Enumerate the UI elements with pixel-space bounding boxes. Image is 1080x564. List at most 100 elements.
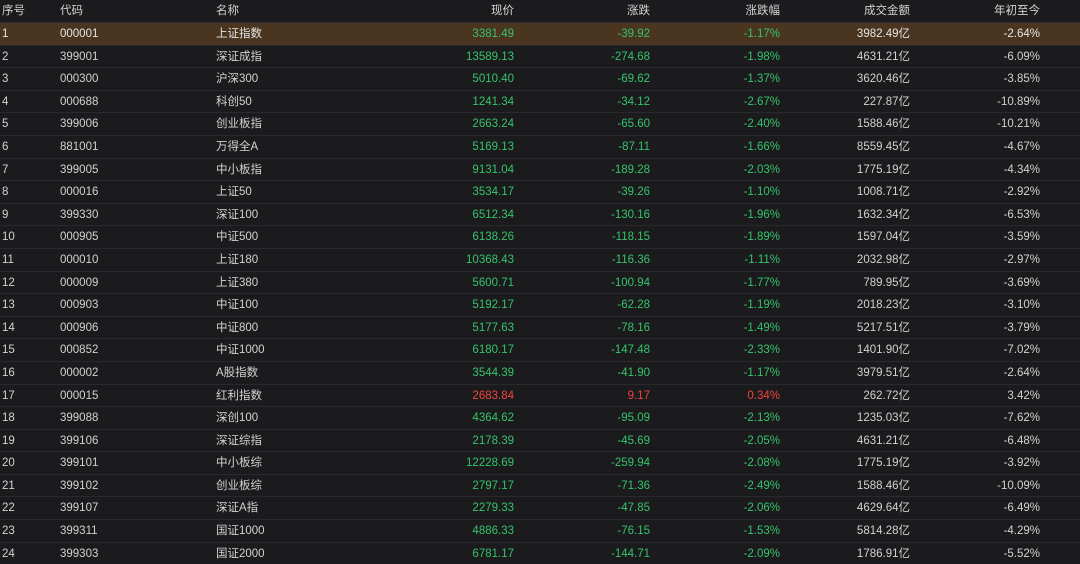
row-price: 2683.84 <box>472 389 514 402</box>
table-row[interactable]: 24 399303 国证2000 6781.17 -144.71 -2.09% 1786.9… <box>0 542 1080 564</box>
table-header: 序号 代码 名称 现价 涨跌 涨跌幅 成交金额 年初至今 <box>0 0 1080 23</box>
row-change-pct: 0.34% <box>747 389 780 402</box>
row-ytd: -6.48% <box>1003 434 1040 447</box>
row-ytd: -7.02% <box>1003 344 1040 357</box>
row-change: -69.62 <box>617 73 650 86</box>
column-header-ytd[interactable]: 年初至今 <box>910 0 1040 22</box>
row-ytd: -5.52% <box>1003 547 1040 560</box>
table-row[interactable]: 3 000300 沪深300 5010.40 -69.62 -1.37% 3620.46亿 -… <box>0 68 1080 91</box>
row-name: 沪深300 <box>216 73 259 86</box>
row-name: 深证100 <box>216 208 259 221</box>
row-change: -39.26 <box>617 186 650 199</box>
column-header-change-pct[interactable]: 涨跌幅 <box>650 0 781 22</box>
row-change-pct: -2.49% <box>743 479 780 492</box>
row-ytd: -7.62% <box>1003 412 1040 425</box>
table-row[interactable]: 14 000906 中证800 5177.63 -78.16 -1.49% 5217.51亿… <box>0 316 1080 340</box>
table-row[interactable]: 6 881001 万得全A 5169.13 -87.11 -1.66% 8559.45亿 -4… <box>0 135 1080 159</box>
table-row[interactable]: 9 399330 深证100 6512.34 -130.16 -1.96% 1632.34亿… <box>0 203 1080 227</box>
table-row[interactable]: 18 399088 深创100 4364.62 -95.09 -2.13% 1235.03亿… <box>0 407 1080 430</box>
row-code: 000002 <box>60 366 99 379</box>
row-change: -144.71 <box>610 547 650 560</box>
table-row[interactable]: 13 000903 中证100 5192.17 -62.28 -1.19% 2018.23亿… <box>0 294 1080 317</box>
table-row[interactable]: 21 399102 创业板综 2797.17 -71.36 -2.49% 1588.46亿 -… <box>0 474 1080 498</box>
row-index: 7 <box>2 163 9 176</box>
row-index: 19 <box>2 434 15 447</box>
table-row[interactable]: 12 000009 上证380 5600.71 -100.94 -1.77% 789.95亿… <box>0 271 1080 295</box>
column-header-name[interactable]: 名称 <box>216 0 434 22</box>
row-name: 上证180 <box>216 253 259 266</box>
row-code: 399311 <box>60 525 98 538</box>
row-code: 881001 <box>60 140 99 153</box>
row-change-pct: -2.03% <box>743 163 780 176</box>
row-code: 000905 <box>60 231 99 244</box>
row-price: 5177.63 <box>472 321 514 334</box>
table-row[interactable]: 23 399311 国证1000 4886.33 -76.15 -1.53% 5814.28… <box>0 520 1080 543</box>
table-row[interactable]: 5 399006 创业板指 2663.24 -65.60 -2.40% 1588.46亿 -1… <box>0 113 1080 136</box>
row-ytd: -2.97% <box>1003 253 1040 266</box>
row-name: 深证A指 <box>216 502 259 515</box>
row-price: 5192.17 <box>472 299 514 312</box>
column-header-volume[interactable]: 成交金额 <box>780 0 910 22</box>
table-row[interactable]: 16 000002 A股指数 3544.39 -41.90 -1.17% 3979.51亿 -… <box>0 361 1080 385</box>
table-row[interactable]: 2 399001 深证成指 13589.13 -274.68 -1.98% 4631.21亿… <box>0 45 1080 69</box>
row-price: 4886.33 <box>472 525 514 538</box>
row-volume: 2018.23亿 <box>856 299 910 312</box>
row-code: 000852 <box>60 344 99 357</box>
row-change: -118.15 <box>611 231 650 244</box>
column-header-change[interactable]: 涨跌 <box>514 0 650 22</box>
table-row[interactable]: 1 000001 上证指数 3381.49 -39.92 -1.17% 3982.49亿 -2… <box>0 23 1080 46</box>
row-change: -100.94 <box>610 276 650 289</box>
row-code: 000016 <box>60 186 99 199</box>
row-name: 上证380 <box>216 276 259 289</box>
row-change-pct: -1.77% <box>743 276 780 289</box>
row-change-pct: -1.66% <box>743 140 780 153</box>
row-change: -39.92 <box>617 28 650 40</box>
row-change-pct: -2.67% <box>743 95 780 108</box>
row-name: 红利指数 <box>216 389 262 402</box>
table-row[interactable]: 4 000688 科创50 1241.34 -34.12 -2.67% 227.87亿 -10… <box>0 90 1080 114</box>
table-row[interactable]: 20 399101 中小板综 12228.69 -259.94 -2.08% 1775.19… <box>0 452 1080 475</box>
row-ytd: -2.64% <box>1003 28 1040 40</box>
row-ytd: -2.64% <box>1003 366 1040 379</box>
row-change-pct: -1.96% <box>743 208 780 221</box>
table-row[interactable]: 10 000905 中证500 6138.26 -118.15 -1.89% 1597.04… <box>0 226 1080 249</box>
row-change-pct: -2.08% <box>743 457 780 470</box>
row-code: 000009 <box>60 276 99 289</box>
row-change-pct: -2.40% <box>743 118 780 131</box>
row-code: 399102 <box>60 479 99 492</box>
row-ytd: -2.92% <box>1003 186 1040 199</box>
row-ytd: -10.09% <box>997 479 1040 492</box>
row-volume: 3979.51亿 <box>856 366 910 379</box>
row-volume: 2032.98亿 <box>856 253 910 266</box>
table-row[interactable]: 17 000015 红利指数 2683.84 9.17 0.34% 262.72亿 3.42% <box>0 384 1080 408</box>
row-ytd: -3.79% <box>1003 321 1040 334</box>
table-row[interactable]: 22 399107 深证A指 2279.33 -47.85 -2.06% 4629.64亿 -… <box>0 497 1080 521</box>
row-name: A股指数 <box>216 366 259 379</box>
row-price: 2178.39 <box>472 434 514 447</box>
row-change-pct: -1.11% <box>744 253 780 266</box>
row-name: 深创100 <box>216 412 259 425</box>
row-code: 000688 <box>60 95 99 108</box>
row-price: 10368.43 <box>466 253 514 266</box>
row-volume: 1588.46亿 <box>856 118 910 131</box>
row-change: -41.90 <box>617 366 650 379</box>
row-change: -274.68 <box>610 50 650 63</box>
row-name: 中证800 <box>216 321 259 334</box>
column-header-code[interactable]: 代码 <box>60 0 216 22</box>
row-change-pct: -1.10% <box>743 186 780 199</box>
row-volume: 1588.46亿 <box>856 479 910 492</box>
row-change-pct: -1.17% <box>743 366 780 379</box>
row-volume: 1235.03亿 <box>856 412 910 425</box>
table-body: 1 000001 上证指数 3381.49 -39.92 -1.17% 3982.49亿 -2… <box>0 23 1080 564</box>
column-header-price[interactable]: 现价 <box>434 0 514 22</box>
table-row[interactable]: 8 000016 上证50 3534.17 -39.26 -1.10% 1008.71亿 -2… <box>0 181 1080 204</box>
table-row[interactable]: 11 000010 上证180 10368.43 -116.36 -1.11% 2032.9… <box>0 248 1080 272</box>
table-row[interactable]: 7 399005 中小板指 9131.04 -189.28 -2.03% 1775.19亿 -… <box>0 158 1080 182</box>
column-header-index[interactable]: 序号 <box>0 0 60 22</box>
row-change-pct: -1.49% <box>743 321 780 334</box>
row-change: -62.28 <box>617 299 650 312</box>
table-row[interactable]: 19 399106 深证综指 2178.39 -45.69 -2.05% 4631.21亿 -… <box>0 429 1080 453</box>
row-change-pct: -1.37% <box>743 73 780 86</box>
row-volume: 5217.51亿 <box>856 321 910 334</box>
table-row[interactable]: 15 000852 中证1000 6180.17 -147.48 -2.33% 1401.9… <box>0 339 1080 362</box>
